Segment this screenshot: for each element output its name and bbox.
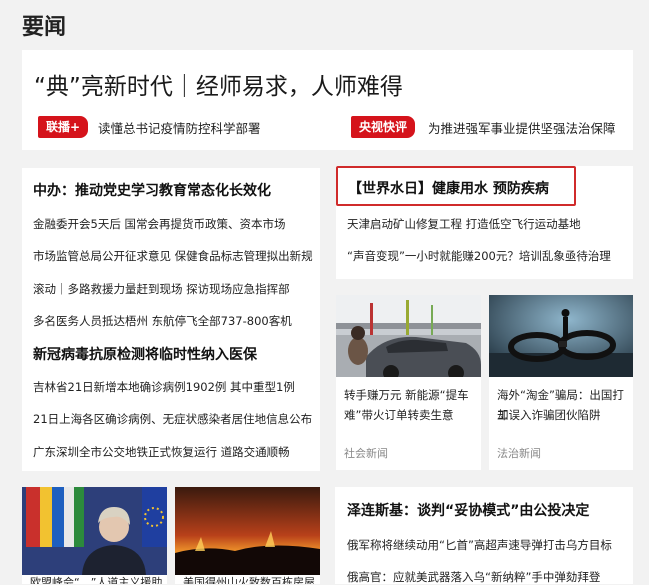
card-caption: 欧盟峰会“…”人道主义援助 <box>30 576 163 584</box>
card-caption: 却误入诈骗团伙陷阱 <box>497 408 601 422</box>
kuaiping-badge[interactable]: 央视快评 <box>351 116 416 138</box>
news-heading-1[interactable]: 中办：推动党史学习教育常态化长效化 <box>33 180 271 200</box>
news-image-card[interactable]: 美国得州山火致数百栋房屋 <box>175 487 320 584</box>
news-link[interactable]: 俄军称将继续动用“匕首”高超声速导弹打击乌方目标 <box>347 537 612 553</box>
news-list-card: 中办：推动党史学习教育常态化长效化 金融委开会5天后 国常会再提货币政策、资本市… <box>22 168 320 471</box>
news-link[interactable]: 广东深圳全市公交地铁正式恢复运行 道路交通顺畅 <box>33 444 290 460</box>
news-source: 法治新闻 <box>497 447 541 460</box>
kuaiping-link[interactable]: 为推进强军事业提供坚强法治保障 <box>428 118 616 137</box>
wildfire-photo <box>175 487 320 575</box>
car-dealer-photo <box>336 295 481 377</box>
news-image-card[interactable]: 欧盟峰会“…”人道主义援助 <box>22 487 167 584</box>
news-link[interactable]: 金融委开会5天后 国常会再提货币政策、资本市场 <box>33 216 285 232</box>
news-link[interactable]: 俄高官：应就美武器落入乌“新纳粹”手中弹劾拜登 <box>347 569 600 585</box>
lianbo-link[interactable]: 读懂总书记疫情防控科学部署 <box>98 118 261 137</box>
water-day-title[interactable]: 【世界水日】健康用水 预防疾病 <box>348 178 549 198</box>
news-link[interactable]: 滚动｜多路救援力量赶到现场 探访现场应急指挥部 <box>33 281 290 297</box>
eu-summit-photo <box>22 487 167 575</box>
hero-headline[interactable]: “典”亮新时代｜经师易求，人师难得 <box>34 67 403 101</box>
section-title: 要闻 <box>22 15 67 40</box>
card-caption: 难”带火订单转卖生意 <box>344 408 454 422</box>
card-caption: 美国得州山火致数百栋房屋 <box>183 576 315 584</box>
handcuffs-photo <box>489 295 633 377</box>
news-link[interactable]: “声音变现”一小时就能赚200元？培训乱象亟待治理 <box>347 248 611 264</box>
news-image-card[interactable]: 海外“淘金”骗局：出国打工 却误入诈骗团伙陷阱 法治新闻 <box>489 295 633 470</box>
card-caption: 转手赚万元 新能源“提车 <box>344 388 469 402</box>
news-link[interactable]: 多名医务人员抵达梧州 东航停飞全部737-800客机 <box>33 313 292 329</box>
news-link[interactable]: 市场监管总局公开征求意见 保健食品标志管理拟出新规 <box>33 248 313 264</box>
news-heading-3[interactable]: 泽连斯基：谈判“妥协模式”由公投决定 <box>347 500 589 520</box>
news-source: 社会新闻 <box>344 447 388 460</box>
news-image-card[interactable]: 转手赚万元 新能源“提车 难”带火订单转卖生意 社会新闻 <box>336 295 481 470</box>
water-day-card: 【世界水日】健康用水 预防疾病 天津启动矿山修复工程 打造低空飞行运动基地 “声… <box>336 166 633 279</box>
hero-card: “典”亮新时代｜经师易求，人师难得 联播+ 读懂总书记疫情防控科学部署 央视快评… <box>22 50 633 150</box>
ukraine-news-card: 泽连斯基：谈判“妥协模式”由公投决定 俄军称将继续动用“匕首”高超声速导弹打击乌… <box>335 487 633 584</box>
news-link[interactable]: 21日上海各区确诊病例、无症状感染者居住地信息公布 <box>33 411 312 427</box>
news-link[interactable]: 吉林省21日新增本地确诊病例1902例 其中重型1例 <box>33 379 295 395</box>
lianbo-badge[interactable]: 联播+ <box>38 116 89 138</box>
news-heading-2[interactable]: 新冠病毒抗原检测将临时性纳入医保 <box>33 344 257 364</box>
news-link[interactable]: 天津启动矿山修复工程 打造低空飞行运动基地 <box>347 216 581 232</box>
